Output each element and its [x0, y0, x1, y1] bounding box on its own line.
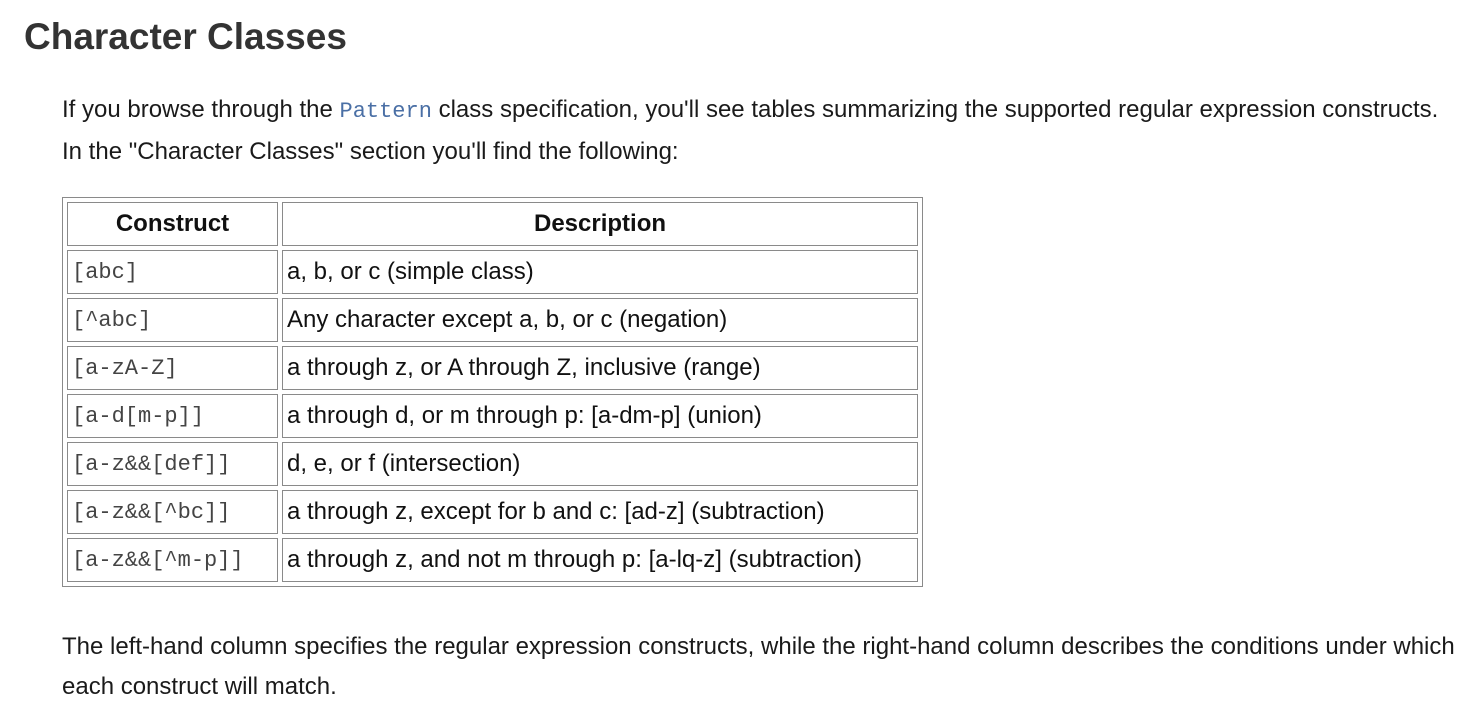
construct-cell: [a-d[m-p]]	[67, 394, 278, 438]
table-header-row: Construct Description	[67, 202, 918, 246]
description-cell: a through z, and not m through p: [a-lq-…	[282, 538, 918, 582]
table-row: [a-z&&[^m-p]] a through z, and not m thr…	[67, 538, 918, 582]
construct-cell: [a-z&&[^m-p]]	[67, 538, 278, 582]
description-cell: a through z, or A through Z, inclusive (…	[282, 346, 918, 390]
description-cell: a through d, or m through p: [a-dm-p] (u…	[282, 394, 918, 438]
construct-cell: [a-zA-Z]	[67, 346, 278, 390]
table-row: [a-d[m-p]] a through d, or m through p: …	[67, 394, 918, 438]
pattern-class-link[interactable]: Pattern	[340, 99, 432, 124]
table-row: [a-z&&[^bc]] a through z, except for b a…	[67, 490, 918, 534]
table-row: [^abc] Any character except a, b, or c (…	[67, 298, 918, 342]
table-row: [abc] a, b, or c (simple class)	[67, 250, 918, 294]
construct-cell: [a-z&&[def]]	[67, 442, 278, 486]
description-column-header: Description	[282, 202, 918, 246]
description-cell: a through z, except for b and c: [ad-z] …	[282, 490, 918, 534]
intro-paragraph: If you browse through the Pattern class …	[62, 90, 1462, 172]
page-title: Character Classes	[24, 16, 347, 57]
outro-paragraph: The left-hand column specifies the regul…	[62, 633, 1455, 700]
description-cell: a, b, or c (simple class)	[282, 250, 918, 294]
table-row: [a-zA-Z] a through z, or A through Z, in…	[67, 346, 918, 390]
character-classes-table: Construct Description [abc] a, b, or c (…	[62, 197, 923, 587]
construct-column-header: Construct	[67, 202, 278, 246]
construct-cell: [abc]	[67, 250, 278, 294]
construct-cell: [a-z&&[^bc]]	[67, 490, 278, 534]
description-cell: Any character except a, b, or c (negatio…	[282, 298, 918, 342]
intro-text-before: If you browse through the	[62, 96, 340, 123]
character-classes-table-wrapper: Construct Description [abc] a, b, or c (…	[62, 197, 923, 587]
description-cell: d, e, or f (intersection)	[282, 442, 918, 486]
table-row: [a-z&&[def]] d, e, or f (intersection)	[67, 442, 918, 486]
construct-cell: [^abc]	[67, 298, 278, 342]
